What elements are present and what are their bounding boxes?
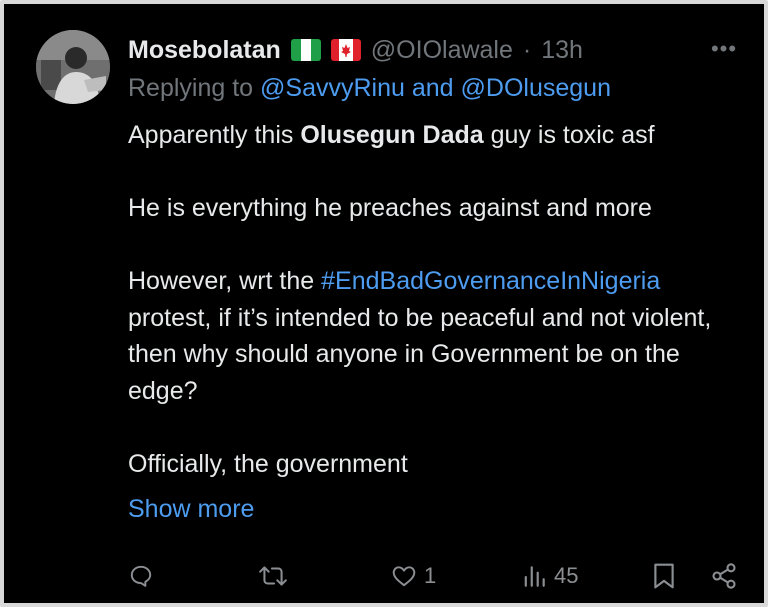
reply-context: Replying to @SavvyRinu and @DOlusegun bbox=[128, 74, 611, 103]
bold-name: Olusegun Dada bbox=[300, 121, 484, 149]
like-count: 1 bbox=[424, 563, 437, 588]
bookmark-icon bbox=[654, 563, 674, 589]
share-button[interactable] bbox=[710, 556, 738, 596]
action-bar: 1 45 bbox=[128, 556, 748, 596]
text-fragment: Apparently this bbox=[128, 121, 301, 149]
hashtag-link[interactable]: #EndBadGovernanceInNigeria bbox=[321, 267, 660, 295]
reply-button[interactable] bbox=[128, 556, 154, 596]
more-options-button[interactable]: ••• bbox=[704, 34, 744, 64]
views-count: 45 bbox=[554, 563, 579, 588]
tweet-paragraph-3: However, wrt the #EndBadGovernanceInNige… bbox=[128, 263, 748, 409]
bookmark-button[interactable] bbox=[652, 556, 676, 596]
mention-link-dolusegun[interactable]: @DOlusegun bbox=[461, 74, 611, 102]
share-icon bbox=[712, 563, 736, 589]
avatar[interactable] bbox=[36, 30, 110, 104]
mention-conjunction[interactable]: and bbox=[405, 74, 461, 102]
avatar-photo bbox=[36, 30, 110, 104]
views-button[interactable]: 45 bbox=[522, 556, 578, 596]
text-fragment: However, wrt the bbox=[128, 267, 322, 295]
more-horizontal-icon: ••• bbox=[710, 36, 738, 61]
mention-link-savvyrinu[interactable]: @SavvyRinu bbox=[260, 74, 405, 102]
display-name[interactable]: Mosebolatan bbox=[128, 36, 281, 65]
canada-flag-icon bbox=[330, 39, 361, 61]
like-button[interactable]: 1 bbox=[390, 556, 436, 596]
nigeria-flag-icon bbox=[290, 39, 321, 61]
tweet-header: Mosebolatan @OIOlawale · 13h bbox=[128, 30, 583, 70]
separator-dot: · bbox=[522, 35, 532, 64]
tweet-paragraph-2: He is everything he preaches against and… bbox=[128, 194, 652, 222]
reply-icon bbox=[130, 565, 152, 587]
timestamp[interactable]: 13h bbox=[541, 36, 583, 65]
retweet-icon bbox=[259, 566, 287, 586]
tweet-paragraph-1: Apparently this Olusegun Dada guy is tox… bbox=[128, 117, 748, 154]
tweet-text: Apparently this Olusegun Dada guy is tox… bbox=[128, 117, 748, 482]
tweet-paragraph-4: Officially, the government bbox=[128, 449, 408, 478]
retweet-button[interactable] bbox=[258, 556, 288, 596]
heart-icon bbox=[392, 566, 416, 587]
views-bar-icon bbox=[524, 566, 545, 587]
text-fragment: guy is toxic asf bbox=[483, 121, 655, 149]
text-fragment: protest, if it’s intended to be peaceful… bbox=[128, 303, 712, 405]
show-more-link[interactable]: Show more bbox=[128, 495, 254, 524]
user-handle[interactable]: @OIOlawale bbox=[371, 36, 513, 65]
replying-to-label: Replying to bbox=[128, 74, 261, 102]
tweet-card: Mosebolatan @OIOlawale · 13h ••• Replyin… bbox=[0, 0, 768, 607]
